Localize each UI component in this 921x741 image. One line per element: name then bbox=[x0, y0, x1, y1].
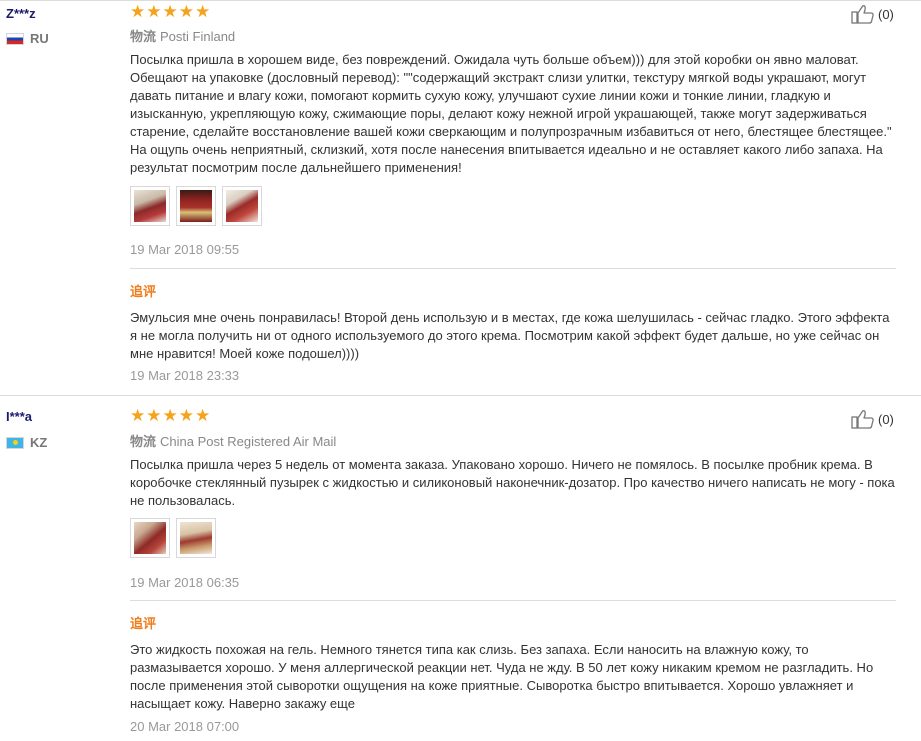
kz-flag-icon bbox=[6, 436, 24, 449]
product-photo-1 bbox=[134, 190, 166, 222]
review-text: Посылка пришла через 5 недель от момента… bbox=[130, 457, 895, 508]
star-rating: ★★★★★ bbox=[130, 406, 212, 425]
reviewer-name[interactable]: Z***z bbox=[6, 6, 36, 21]
review-photo-thumbnail[interactable] bbox=[130, 186, 170, 226]
product-photo-2 bbox=[180, 190, 212, 222]
review-date: 19 Mar 2018 06:35 bbox=[130, 575, 240, 590]
shipping-label: 物流 bbox=[130, 29, 157, 44]
review-item: I***a KZ ★★★★★ 物流 China Post Registered A… bbox=[0, 396, 921, 741]
review-item: Z***z RU ★★★★★ 物流 Posti Finland (0) Посыл… bbox=[0, 0, 921, 395]
shipping-label: 物流 bbox=[130, 434, 157, 449]
followup-divider bbox=[130, 600, 896, 601]
like-button[interactable]: (0) bbox=[851, 4, 894, 24]
review-photos bbox=[130, 518, 216, 558]
followup-text: Это жидкость похожая на гель. Немного тя… bbox=[130, 642, 874, 711]
review-photo-thumbnail[interactable] bbox=[176, 518, 216, 558]
thumbs-up-icon bbox=[851, 5, 874, 24]
shipping-info: 物流 Posti Finland bbox=[130, 26, 235, 45]
review-photo-thumbnail[interactable] bbox=[176, 186, 216, 226]
reviewer-country: RU bbox=[6, 31, 49, 46]
review-text: Посылка пришла в хорошем виде, без повре… bbox=[130, 52, 892, 175]
thumbs-up-icon bbox=[851, 410, 874, 429]
shipping-method: Posti Finland bbox=[160, 29, 236, 44]
star-rating: ★★★★★ bbox=[130, 2, 212, 21]
ru-flag-icon bbox=[6, 32, 24, 45]
review-photos bbox=[130, 186, 262, 226]
review-photo-thumbnail[interactable] bbox=[222, 186, 262, 226]
like-count: (0) bbox=[878, 6, 894, 22]
followup-date: 20 Mar 2018 07:00 bbox=[130, 719, 240, 734]
reviewer-name[interactable]: I***a bbox=[6, 409, 32, 424]
shipping-method: China Post Registered Air Mail bbox=[160, 434, 337, 449]
product-photo-2 bbox=[180, 522, 212, 554]
followup-divider bbox=[130, 268, 896, 269]
followup-label: 追评 bbox=[130, 616, 157, 631]
like-button[interactable]: (0) bbox=[851, 409, 894, 429]
followup-label: 追评 bbox=[130, 284, 157, 299]
country-code: KZ bbox=[30, 435, 48, 450]
shipping-info: 物流 China Post Registered Air Mail bbox=[130, 431, 336, 450]
reviewer-country: KZ bbox=[6, 435, 47, 450]
followup-text: Эмульсия мне очень понравилась! Второй д… bbox=[130, 310, 890, 361]
product-photo-3 bbox=[226, 190, 258, 222]
review-date: 19 Mar 2018 09:55 bbox=[130, 242, 240, 257]
review-photo-thumbnail[interactable] bbox=[130, 518, 170, 558]
country-code: RU bbox=[30, 31, 49, 46]
like-count: (0) bbox=[878, 411, 894, 427]
followup-date: 19 Mar 2018 23:33 bbox=[130, 368, 240, 383]
product-photo-1 bbox=[134, 522, 166, 554]
